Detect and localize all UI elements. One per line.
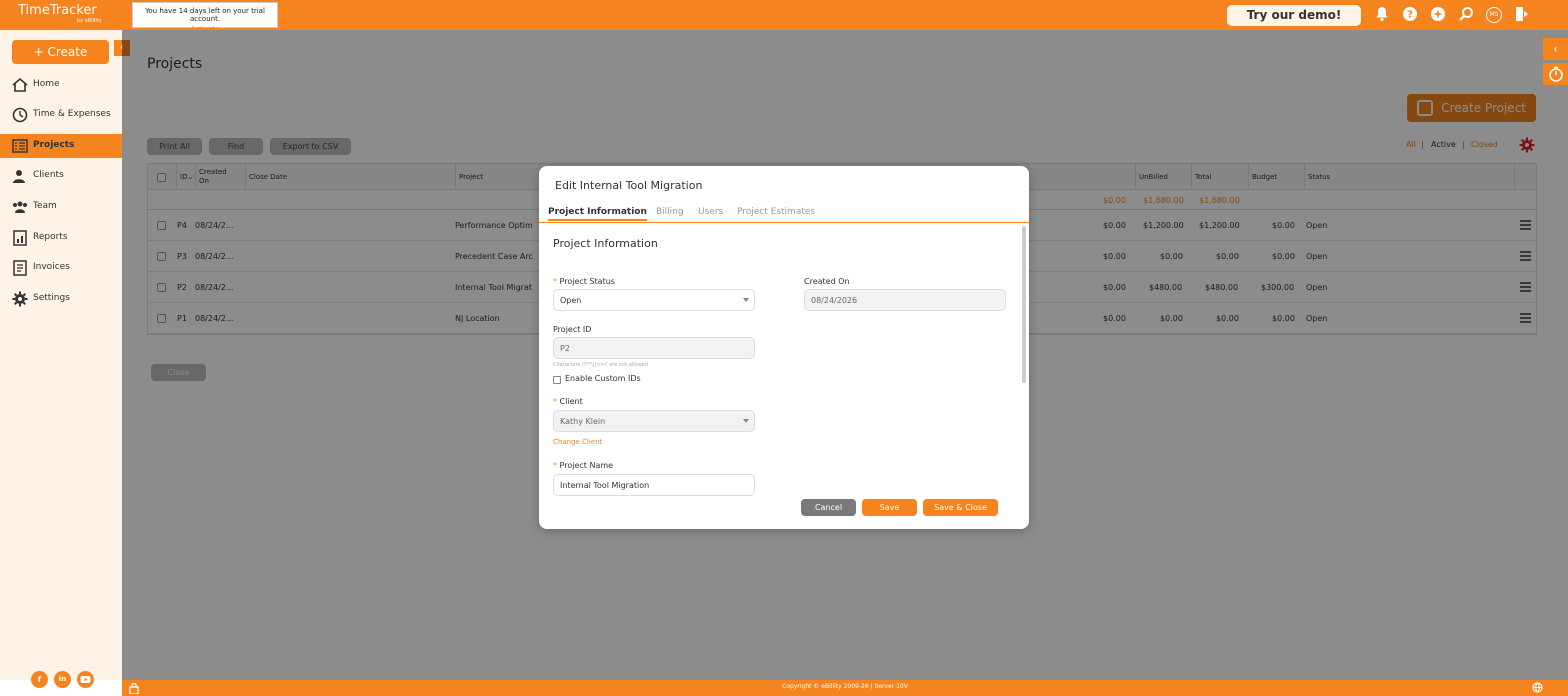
required-mark: * [553,397,557,406]
created-on-field[interactable]: 08/24/2026 [804,289,1006,311]
sidebar-item-label: Time & Expenses [33,109,111,119]
sidebar-item-time-expenses[interactable]: Time & Expenses [0,103,122,127]
footer: Copyright © eBillity 2009-26 | Server 10… [122,680,1568,696]
brand-subtitle: by eBillity [77,18,102,24]
reports-icon [12,230,28,246]
brand-logo[interactable]: TimeTracker [18,4,97,18]
team-icon [12,199,28,215]
project-status-label-text: Project Status [559,277,615,286]
sidebar-item-label: Team [33,201,57,211]
section-title: Project Information [553,237,658,250]
client-label: * Client [553,397,583,406]
cancel-button[interactable]: Cancel [801,499,856,516]
invoices-icon [12,260,28,276]
project-id-field[interactable]: P2 [553,337,755,359]
clients-icon [12,168,28,184]
sidebar-item-invoices[interactable]: Invoices [0,256,122,280]
enable-custom-ids-label[interactable]: Enable Custom IDs [565,374,641,383]
chevron-down-icon [743,419,749,423]
sidebar-item-label: Projects [33,140,75,150]
timer-icon[interactable] [1543,63,1568,85]
tab-project-information[interactable]: Project Information [548,207,647,221]
dialog-scrollbar[interactable] [1022,226,1026,383]
project-status-label: * Project Status [553,277,615,286]
enable-custom-ids-checkbox[interactable] [553,376,561,384]
sidebar-item-label: Invoices [33,262,70,272]
create-button[interactable]: + Create [12,40,109,64]
youtube-icon[interactable] [77,671,94,688]
try-demo-button[interactable]: Try our demo! [1227,5,1361,26]
project-status-select[interactable]: Open [553,289,755,311]
sidebar-item-team[interactable]: Team [0,195,122,219]
client-value: Kathy Klein [560,417,606,426]
save-close-button[interactable]: Save & Close [923,499,998,516]
expand-panel-icon[interactable]: ‹ [1543,38,1568,60]
sidebar-item-home[interactable]: Home [0,73,122,97]
required-mark: * [553,277,557,286]
svg-text:?: ? [1407,10,1413,21]
copyright-text: Copyright © eBillity 2009-26 | Server 10… [782,683,908,690]
sidebar: + Create ‹ Home Time & Expenses Projects… [0,30,130,688]
project-id-label: Project ID [553,325,592,334]
dialog-tabs: Project Information Billing Users Projec… [539,204,1029,223]
globe-icon[interactable] [1532,682,1543,693]
avatar[interactable]: MS [1486,7,1502,23]
ai-assistant-icon[interactable] [1430,6,1448,24]
project-name-label-text: Project Name [559,461,614,470]
top-bar: TimeTracker by eBillity You have 14 days… [0,0,1568,33]
sidebar-item-label: Home [33,79,60,89]
project-status-value: Open [560,296,582,305]
help-icon[interactable]: ? [1402,6,1420,24]
dialog-title: Edit Internal Tool Migration [555,179,703,192]
sidebar-item-label: Clients [33,170,64,180]
sidebar-item-label: Reports [33,232,68,242]
trial-banner: You have 14 days left on your trial acco… [132,2,278,33]
tab-users[interactable]: Users [698,207,723,217]
home-icon [12,77,28,93]
search-icon[interactable] [1458,6,1476,24]
facebook-icon[interactable]: f [31,671,48,688]
trial-message: You have 14 days left on your trial acco… [145,7,265,23]
tab-billing[interactable]: Billing [656,207,684,217]
required-mark: * [553,461,557,470]
sidebar-item-clients[interactable]: Clients [0,164,122,188]
sidebar-item-reports[interactable]: Reports [0,226,122,250]
sidebar-item-settings[interactable]: Settings [0,287,122,311]
project-id-hint: Characters /?*"\|]<>\' are not allowed [553,362,649,368]
project-name-input[interactable]: Internal Tool Migration [553,474,755,496]
settings-icon [12,291,28,307]
project-name-label: * Project Name [553,461,613,470]
change-client-link[interactable]: Change Client [553,438,602,446]
clock-icon [12,107,28,123]
tab-project-estimates[interactable]: Project Estimates [737,207,815,217]
logout-icon[interactable] [1514,6,1532,24]
sidebar-item-projects[interactable]: Projects [0,134,122,158]
chevron-down-icon [743,298,749,302]
linkedin-icon[interactable]: in [54,671,71,688]
bell-icon[interactable] [1374,6,1392,24]
client-label-text: Client [559,397,583,406]
edit-project-dialog: Edit Internal Tool Migration Project Inf… [539,166,1029,529]
save-button[interactable]: Save [862,499,917,516]
created-on-label: Created On [804,277,850,286]
client-select[interactable]: Kathy Klein [553,410,755,432]
projects-icon [12,138,28,154]
sidebar-item-label: Settings [33,293,70,303]
